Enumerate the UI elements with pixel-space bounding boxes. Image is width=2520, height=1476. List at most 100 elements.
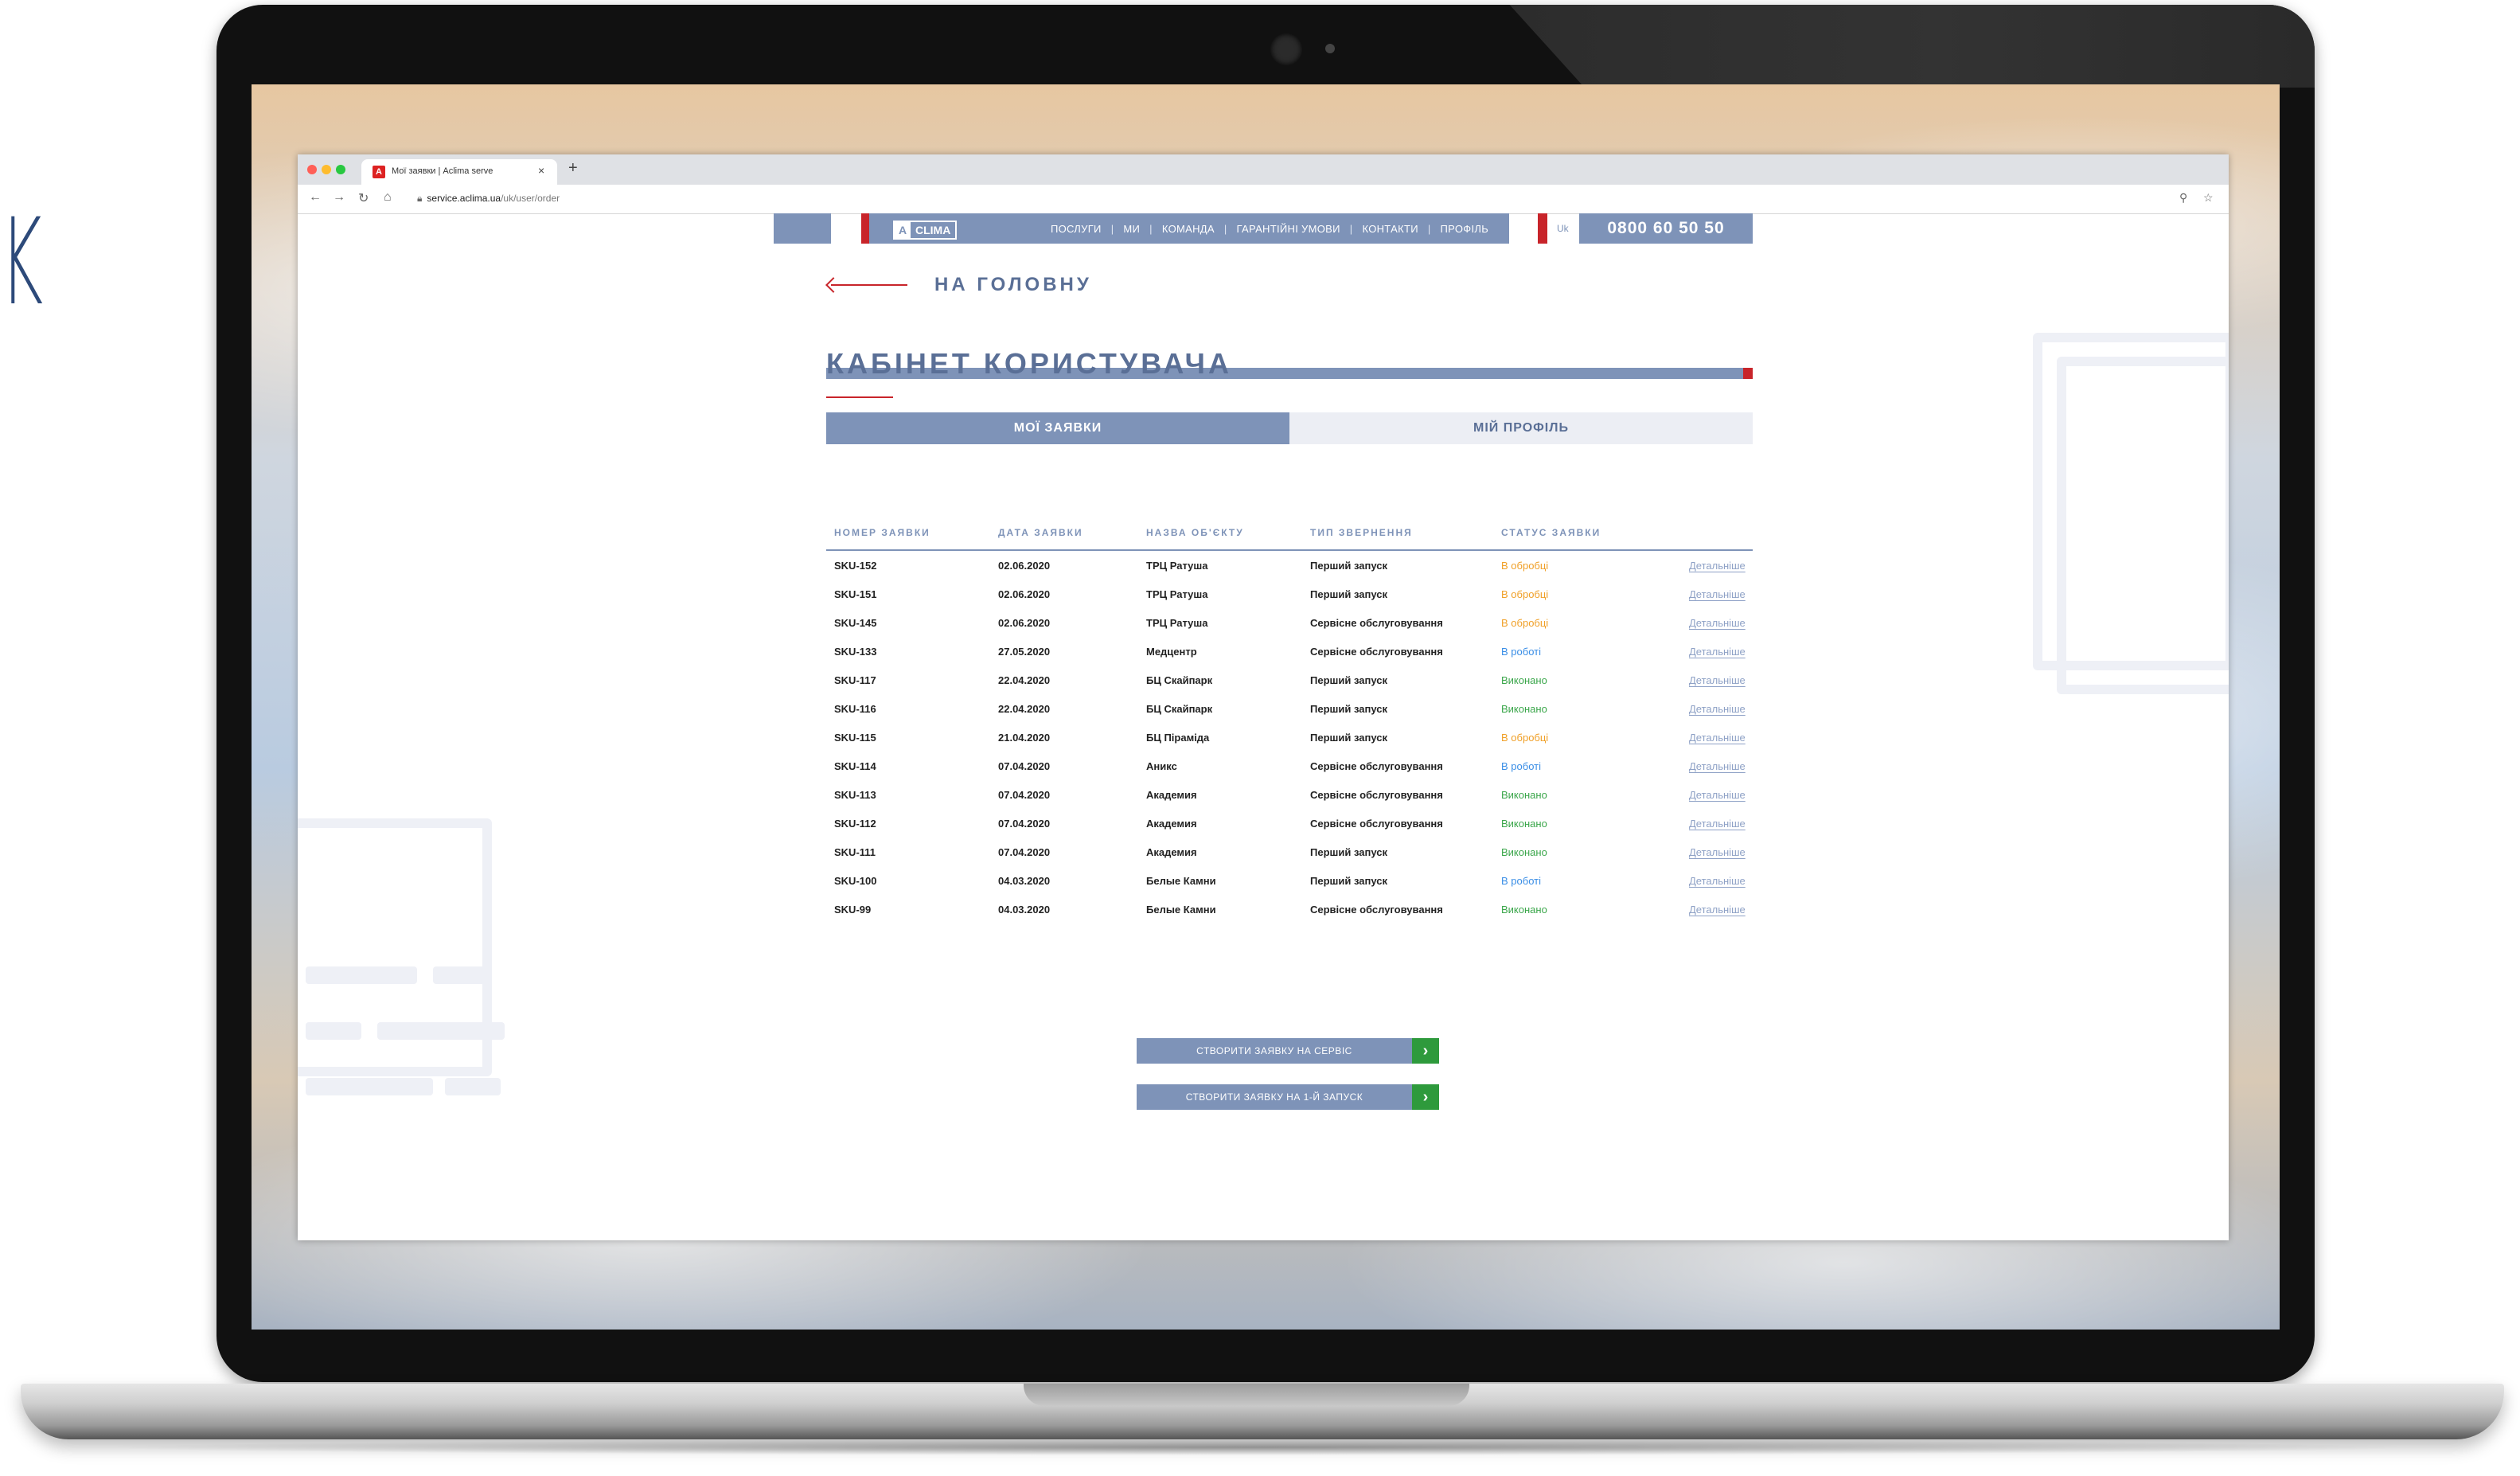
browser-tabbar: A Мої заявки | Aclima serve × + xyxy=(298,154,2229,185)
cell-number: SKU-111 xyxy=(834,845,876,858)
cell-type: Перший запуск xyxy=(1310,588,1387,600)
aclima-logo[interactable]: A CLIMA xyxy=(893,221,958,240)
bg-line xyxy=(377,1022,505,1040)
create-first-start-request-button[interactable]: СТВОРИТИ ЗАЯВКУ НА 1-Й ЗАПУСК › xyxy=(1137,1084,1439,1110)
cell-details[interactable]: Детальніше xyxy=(1681,895,1753,923)
address-bar: ← → ↻ ⌂ 🔒︎ service.aclima.ua/uk/user/orde… xyxy=(298,185,2229,214)
nav-item-services[interactable]: ПОСЛУГИ xyxy=(1051,223,1102,235)
account-tabs: МОЇ ЗАЯВКИ МІЙ ПРОФІЛЬ xyxy=(826,412,1753,444)
arrow-left-icon xyxy=(825,277,911,293)
home-icon[interactable]: ⌂ xyxy=(384,190,392,205)
table-row: SKU-116 22.04.2020 БЦ Скайпарк Перший запус… xyxy=(826,694,1753,723)
cell-status: В обробці xyxy=(1501,731,1549,744)
nav-menu: ПОСЛУГИ | МИ | КОМАНДА | ГАРАНТІЙНІ УМОВИ | КОНТ… xyxy=(1046,223,1493,235)
url-field[interactable]: 🔒︎ service.aclima.ua/uk/user/order xyxy=(417,193,560,205)
cell-date: 07.04.2020 xyxy=(998,845,1051,858)
nav-item-profile[interactable]: ПРОФІЛЬ xyxy=(1441,223,1489,235)
cell-details[interactable]: Детальніше xyxy=(1681,637,1753,666)
language-switch[interactable]: Uk xyxy=(1557,223,1569,234)
phone-number[interactable]: 0800 60 50 50 xyxy=(1579,213,1753,244)
cell-number: SKU-117 xyxy=(834,674,876,686)
back-icon[interactable]: ← xyxy=(309,190,322,205)
bg-line xyxy=(306,966,417,984)
col-header-details xyxy=(1681,524,1753,551)
cell-status: В роботі xyxy=(1501,645,1541,658)
table-row: SKU-114 07.04.2020 Аникс Сервісне обслугову… xyxy=(826,752,1753,780)
tab-my-profile[interactable]: МІЙ ПРОФІЛЬ xyxy=(1289,412,1753,444)
bookmark-star-icon[interactable]: ☆ xyxy=(2203,191,2214,205)
cell-details[interactable]: Детальніше xyxy=(1681,838,1753,866)
nav-separator: | xyxy=(1149,223,1153,235)
tab-my-orders[interactable]: МОЇ ЗАЯВКИ xyxy=(826,412,1289,444)
maximize-window-dot[interactable] xyxy=(336,165,345,174)
tab-close-icon[interactable]: × xyxy=(538,164,544,177)
cell-object: ТРЦ Ратуша xyxy=(1146,559,1208,572)
browser-window: A Мої заявки | Aclima serve × + ← → ↻ ⌂ … xyxy=(298,154,2229,1240)
nav-item-about[interactable]: МИ xyxy=(1123,223,1140,235)
new-tab-icon[interactable]: + xyxy=(568,159,578,178)
tab-title: Мої заявки | Aclima serve xyxy=(392,166,493,176)
back-to-home-link[interactable]: НА ГОЛОВНУ xyxy=(825,274,1092,296)
cell-details[interactable]: Детальніше xyxy=(1681,550,1753,580)
table-row: SKU-117 22.04.2020 БЦ Скайпарк Перший запус… xyxy=(826,666,1753,694)
cell-number: SKU-145 xyxy=(834,616,877,629)
laptop-shadow xyxy=(96,1439,2420,1455)
logo-letter: A xyxy=(895,222,911,238)
page-title: КАБІНЕТ КОРИСТУВАЧА xyxy=(826,347,1232,380)
camera-icon xyxy=(1270,33,1302,65)
cell-date: 21.04.2020 xyxy=(998,731,1051,744)
cell-status: В обробці xyxy=(1501,559,1549,572)
cell-status: В обробці xyxy=(1501,588,1549,600)
cell-number: SKU-115 xyxy=(834,731,876,744)
cell-date: 22.04.2020 xyxy=(998,674,1051,686)
cell-details[interactable]: Детальніше xyxy=(1681,580,1753,608)
cell-details[interactable]: Детальніше xyxy=(1681,694,1753,723)
table-header-row: НОМЕР ЗАЯВКИ ДАТА ЗАЯВКИ НАЗВА ОБ'ЄКТУ Т… xyxy=(826,524,1753,551)
table-row: SKU-133 27.05.2020 Медцентр Сервісне обслуг… xyxy=(826,637,1753,666)
browser-tab[interactable]: A Мої заявки | Aclima serve × xyxy=(361,159,557,185)
cell-object: Академия xyxy=(1146,845,1197,858)
laptop-screen: A Мої заявки | Aclima serve × + ← → ↻ ⌂ … xyxy=(252,84,2280,1330)
cell-object: ТРЦ Ратуша xyxy=(1146,588,1208,600)
minimize-window-dot[interactable] xyxy=(322,165,331,174)
nav-item-warranty[interactable]: ГАРАНТІЙНІ УМОВИ xyxy=(1237,223,1340,235)
bg-document-right-2 xyxy=(2057,357,2229,694)
cell-type: Перший запуск xyxy=(1310,845,1387,858)
close-window-dot[interactable] xyxy=(307,165,317,174)
cell-type: Сервісне обслуговування xyxy=(1310,616,1443,629)
cell-type: Перший запуск xyxy=(1310,731,1387,744)
chevron-right-icon: › xyxy=(1412,1084,1439,1110)
back-link-label: НА ГОЛОВНУ xyxy=(934,274,1092,295)
nav-item-contacts[interactable]: КОНТАКТИ xyxy=(1362,223,1418,235)
orders-table-body: SKU-152 02.06.2020 ТРЦ Ратуша Перший запуск… xyxy=(826,550,1753,923)
cell-details[interactable]: Детальніше xyxy=(1681,608,1753,637)
table-row: SKU-111 07.04.2020 Академия Перший запуск Ви… xyxy=(826,838,1753,866)
cell-details[interactable]: Детальніше xyxy=(1681,866,1753,895)
cell-number: SKU-113 xyxy=(834,788,876,801)
col-header-object: НАЗВА ОБ'ЄКТУ xyxy=(1138,524,1302,551)
cell-date: 02.06.2020 xyxy=(998,559,1051,572)
nav-separator: | xyxy=(1427,223,1431,235)
header-red-accent-right xyxy=(1538,213,1547,244)
cell-details[interactable]: Детальніше xyxy=(1681,723,1753,752)
cell-status: Виконано xyxy=(1501,702,1547,715)
cell-details[interactable]: Детальніше xyxy=(1681,809,1753,838)
table-row: SKU-151 02.06.2020 ТРЦ Ратуша Перший запуск… xyxy=(826,580,1753,608)
cell-type: Перший запуск xyxy=(1310,702,1387,715)
cell-status: В роботі xyxy=(1501,874,1541,887)
nav-separator: | xyxy=(1223,223,1227,235)
cell-number: SKU-112 xyxy=(834,817,876,830)
create-service-request-button[interactable]: СТВОРИТИ ЗАЯВКУ НА СЕРВІС › xyxy=(1137,1038,1439,1064)
cell-number: SKU-152 xyxy=(834,559,877,572)
cell-details[interactable]: Детальніше xyxy=(1681,752,1753,780)
nav-item-team[interactable]: КОМАНДА xyxy=(1162,223,1215,235)
reload-icon[interactable]: ↻ xyxy=(358,190,369,206)
nav-separator: | xyxy=(1110,223,1114,235)
cell-status: Виконано xyxy=(1501,817,1547,830)
zoom-icon[interactable]: ⚲ xyxy=(2179,191,2187,205)
laptop-base-notch xyxy=(1024,1384,1469,1406)
cell-details[interactable]: Детальніше xyxy=(1681,666,1753,694)
cell-details[interactable]: Детальніше xyxy=(1681,780,1753,809)
forward-icon[interactable]: → xyxy=(333,190,345,205)
cell-number: SKU-114 xyxy=(834,759,876,772)
